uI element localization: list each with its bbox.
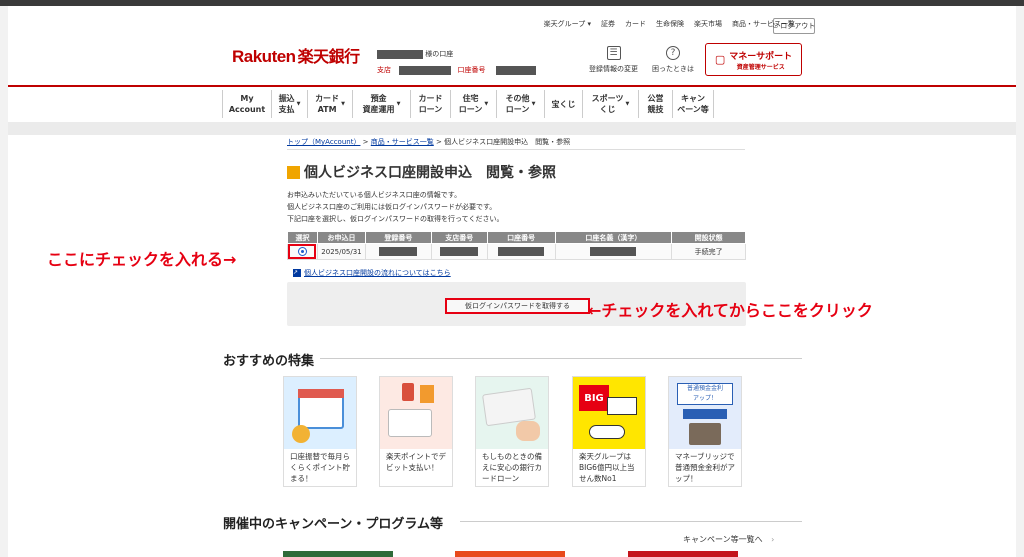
nav-housing-loan[interactable]: 住宅 ローン ▼ <box>450 90 496 118</box>
redacted-branch <box>399 65 452 75</box>
breadcrumb-current: 個人ビジネス口座開設申込 閲覧・参照 <box>444 138 571 146</box>
page: 楽天グループ ▾ 証券 カード 生命保険 楽天市場 商品・サービス一覧 ⎋ ログ… <box>8 6 1016 557</box>
application-table: 選択 お申込日 登録番号 支店番号 口座番号 口座名義（漢字） 開設状態 202… <box>287 231 746 260</box>
flow-link[interactable]: ↗ 個人ビジネス口座開設の流れについてはこちら <box>293 268 451 278</box>
calendar-coin-icon <box>284 377 356 449</box>
nav-card-loan[interactable]: カード ローン <box>410 90 450 118</box>
profile-change-link[interactable]: ☰ 登録情報の変更 <box>589 46 638 74</box>
campaign-divider <box>460 521 802 522</box>
global-nav: My Account 振込 支払 ▼ カード ATM ▼ 預金 資産運用 ▼ カード ローン 住… <box>222 90 714 118</box>
account-name-suffix: 様の口座 <box>425 50 454 58</box>
caret-down-icon: ▼ <box>396 100 401 107</box>
chevron-right-icon: › <box>771 535 775 544</box>
feature-card[interactable]: 普通預金金利 アップ！ マネーブリッジで普通預金金利がアップ！ <box>668 376 742 487</box>
logout-icon: ⎋ <box>772 21 779 30</box>
utility-link-securities[interactable]: 証券 <box>601 19 615 29</box>
breadcrumb-list[interactable]: 商品・サービス一覧 <box>371 138 434 146</box>
header-icons: ☰ 登録情報の変更 ? 困ったときは <box>589 46 694 74</box>
caret-down-icon: ▼ <box>341 100 345 107</box>
money-support-subtitle: 資産管理サービス <box>736 63 785 71</box>
campaign-banner[interactable] <box>628 551 738 557</box>
redacted-branch-number <box>440 247 479 256</box>
caret-down-icon: ▼ <box>484 100 489 107</box>
redacted-number <box>495 65 536 75</box>
user-edit-icon: ☰ <box>606 46 621 60</box>
nav-myaccount[interactable]: My Account <box>222 90 271 118</box>
select-radio-highlight <box>288 244 317 259</box>
big-lottery-icon: BIG <box>573 377 645 449</box>
redacted-reg-number <box>379 247 418 256</box>
feature-card-title: もしものときの備えに安心の銀行カードローン <box>482 452 542 483</box>
nav-card-atm[interactable]: カード ATM ▼ <box>307 90 352 118</box>
get-temp-password-button[interactable]: 仮ログインパスワードを取得する <box>445 298 590 314</box>
campaign-banner[interactable] <box>455 551 565 557</box>
select-radio[interactable] <box>297 247 307 256</box>
feature-card[interactable]: 楽天ポイントでデビット支払い！ <box>379 376 453 487</box>
table-row: 2025/05/31 手続完了 <box>287 243 746 260</box>
money-bridge-icon: 普通預金金利 アップ！ <box>669 377 741 449</box>
caret-down-icon: ▼ <box>531 100 536 107</box>
caret-down-icon: ▼ <box>296 100 301 107</box>
nav-other-loan[interactable]: その他 ローン ▼ <box>496 90 544 118</box>
wallet-icon: ▢ <box>714 53 726 66</box>
help-label: 困ったときは <box>652 65 694 73</box>
gray-strip <box>8 122 1016 135</box>
debit-card-icon <box>380 377 452 449</box>
campaign-banner[interactable] <box>283 551 393 557</box>
nav-lottery[interactable]: 宝くじ <box>544 90 582 118</box>
status-cell: 手続完了 <box>671 243 746 260</box>
nav-public-racing[interactable]: 公営 競技 <box>638 90 672 118</box>
utility-link-card[interactable]: カード <box>625 19 646 29</box>
table-header-row: 選択 お申込日 登録番号 支店番号 口座番号 口座名義（漢字） 開設状態 <box>287 231 746 244</box>
features-title: おすすめの特集 <box>223 354 315 369</box>
caret-down-icon: ▼ <box>625 100 630 107</box>
nav-sports-lottery[interactable]: スポーツ くじ ▼ <box>582 90 638 118</box>
feature-card[interactable]: もしものときの備えに安心の銀行カードローン <box>475 376 549 487</box>
utility-links: 楽天グループ ▾ 証券 カード 生命保険 楽天市場 商品・サービス一覧 <box>544 19 795 29</box>
annotation-click: ←チェックを入れてからここをクリック <box>588 301 873 320</box>
rakuten-bank-logo[interactable]: Rakuten 楽天銀行 <box>232 43 360 67</box>
feature-card-title: マネーブリッジで普通預金金利がアップ！ <box>675 452 735 483</box>
help-icon: ? <box>666 46 680 60</box>
feature-card[interactable]: 口座振替で毎月らくらくポイント貯まる！ <box>283 376 357 487</box>
nav-deposit[interactable]: 預金 資産運用 ▼ <box>352 90 410 118</box>
money-support-button[interactable]: ▢ マネーサポート 資産管理サービス <box>705 43 802 76</box>
external-link-icon: ↗ <box>293 269 301 277</box>
page-title: 個人ビジネス口座開設申込 閲覧・参照 <box>287 162 556 182</box>
redacted-account-holder <box>590 247 637 256</box>
loan-card-icon <box>476 377 548 449</box>
description: お申込みいただいている個人ビジネス口座の情報です。 個人ビジネス口座のご利用には… <box>287 191 504 223</box>
utility-link-group[interactable]: 楽天グループ ▾ <box>544 19 591 29</box>
feature-card[interactable]: BIG 楽天グループはBIG6億円以上当せん数No1 <box>572 376 646 487</box>
account-info: 様の口座 支店 口座番号 <box>377 46 536 78</box>
logout-button[interactable]: ⎋ ログアウト <box>773 18 815 34</box>
branch-label: 支店 <box>377 66 391 74</box>
annotation-check: ここにチェックを入れる→ <box>47 250 237 269</box>
redacted-name <box>377 49 423 59</box>
account-number-label: 口座番号 <box>457 66 486 74</box>
nav-transfer[interactable]: 振込 支払 ▼ <box>271 90 307 118</box>
apply-date: 2025/05/31 <box>316 243 366 260</box>
utility-link-insurance[interactable]: 生命保険 <box>656 19 684 29</box>
feature-card-title: 楽天グループはBIG6億円以上当せん数No1 <box>579 452 635 483</box>
utility-link-ichiba[interactable]: 楽天市場 <box>694 19 722 29</box>
breadcrumb-top[interactable]: トップ（MyAccount） <box>287 138 360 146</box>
header-divider <box>8 85 1016 87</box>
logo-jp: 楽天銀行 <box>297 49 361 66</box>
profile-change-label: 登録情報の変更 <box>589 65 638 73</box>
feature-card-title: 楽天ポイントでデビット支払い！ <box>386 452 446 472</box>
features-divider <box>320 358 802 359</box>
title-square-icon <box>287 165 300 179</box>
campaign-more-link[interactable]: キャンペーン等一覧へ › <box>683 534 774 545</box>
help-link[interactable]: ? 困ったときは <box>652 46 694 74</box>
money-support-title: マネーサポート <box>729 51 793 62</box>
logout-label: ログアウト <box>780 22 816 30</box>
redacted-account-number <box>498 247 545 256</box>
divider <box>287 149 745 150</box>
campaign-title: 開催中のキャンペーン・プログラム等 <box>223 517 443 532</box>
breadcrumb: トップ（MyAccount） > 商品・サービス一覧 > 個人ビジネス口座開設申… <box>287 138 571 146</box>
feature-card-title: 口座振替で毎月らくらくポイント貯まる！ <box>290 452 350 483</box>
logo-en: Rakuten <box>232 47 296 66</box>
nav-campaign[interactable]: キャン ペーン等 <box>672 90 714 118</box>
